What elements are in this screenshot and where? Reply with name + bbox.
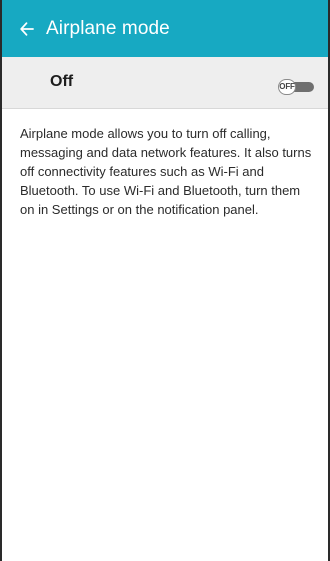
arrow-left-icon[interactable] [16, 18, 38, 40]
airplane-mode-description: Airplane mode allows you to turn off cal… [20, 126, 312, 217]
airplane-mode-switch-row[interactable]: Off OFF [2, 57, 328, 109]
page-title: Airplane mode [46, 18, 170, 39]
settings-screen: Airplane mode Off OFF Airplane mode allo… [0, 0, 330, 561]
switch-status-label: Off [50, 73, 74, 90]
airplane-mode-toggle[interactable]: OFF [278, 79, 316, 95]
toggle-thumb: OFF [278, 79, 296, 95]
app-bar: Airplane mode [2, 0, 328, 57]
